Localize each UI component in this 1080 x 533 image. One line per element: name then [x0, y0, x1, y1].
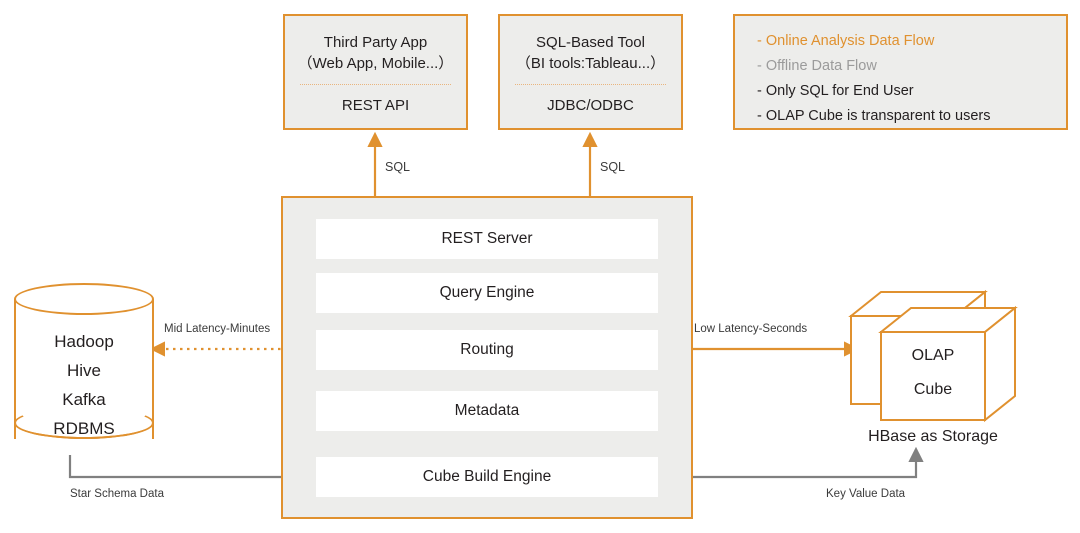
star-schema-label: Star Schema Data	[70, 488, 164, 500]
cube-label-line2: Cube	[913, 381, 953, 398]
layer-rest-server[interactable]: REST Server	[316, 219, 658, 259]
client-divider	[515, 84, 666, 85]
legend-item-online: - Online Analysis Data Flow	[735, 28, 1066, 53]
hbase-storage-caption: HBase as Storage	[868, 428, 998, 445]
client-box-third-party[interactable]: Third Party App （Web App, Mobile...） RES…	[283, 14, 468, 130]
olap-cube-labels: OLAP Cube	[881, 339, 985, 407]
layer-query-engine[interactable]: Query Engine	[316, 273, 658, 313]
client-title-line1: SQL-Based Tool	[536, 34, 645, 51]
client-protocol: JDBC/ODBC	[547, 97, 634, 114]
source-data-store[interactable]: Hadoop Hive Kafka RDBMS	[14, 283, 154, 455]
sql-label-left: SQL	[385, 160, 411, 174]
layer-label: Routing	[460, 341, 514, 358]
layer-routing[interactable]: Routing	[316, 330, 658, 370]
legend-item-offline: - Offline Data Flow	[735, 53, 1066, 78]
client-title-line1: Third Party App	[323, 34, 428, 51]
client-title: SQL-Based Tool （BI tools:Tableau...）	[516, 16, 665, 74]
layer-cube-build-engine[interactable]: Cube Build Engine	[316, 457, 658, 497]
source-line-kafka: Kafka	[62, 390, 106, 409]
source-line-hadoop: Hadoop	[54, 332, 114, 351]
legend-item-label: - Only SQL for End User	[757, 82, 914, 99]
sql-label-right: SQL	[600, 160, 626, 174]
client-protocol: REST API	[341, 97, 410, 114]
client-divider	[300, 84, 451, 85]
cylinder-top-cap	[14, 283, 154, 315]
legend-item-only-sql: - Only SQL for End User	[735, 78, 1066, 103]
layer-label: Cube Build Engine	[422, 468, 552, 485]
legend-item-olap-transparent: - OLAP Cube is transparent to users	[735, 103, 1066, 128]
layer-label: Query Engine	[439, 284, 535, 301]
layer-label: REST Server	[441, 230, 533, 247]
client-title-line2: （BI tools:Tableau...）	[515, 55, 666, 72]
source-line-hive: Hive	[66, 361, 101, 380]
client-title: Third Party App （Web App, Mobile...）	[298, 16, 454, 74]
star-schema-arrow	[68, 455, 313, 485]
legend-item-label: - Online Analysis Data Flow	[757, 32, 935, 49]
mid-latency-label: Mid Latency-Minutes	[164, 323, 271, 335]
low-latency-label: Low Latency-Seconds	[694, 323, 808, 335]
legend-item-label: - Offline Data Flow	[757, 57, 877, 74]
legend-box: - Online Analysis Data Flow - Offline Da…	[733, 14, 1068, 130]
source-line-rdbms: RDBMS	[53, 419, 115, 438]
layer-metadata[interactable]: Metadata	[316, 391, 658, 431]
legend-item-label: - OLAP Cube is transparent to users	[757, 107, 991, 124]
key-value-label: Key Value Data	[826, 488, 906, 500]
client-title-line2: （Web App, Mobile...）	[297, 55, 454, 72]
client-box-sql-tool[interactable]: SQL-Based Tool （BI tools:Tableau...） JDB…	[498, 14, 683, 130]
layer-label: Metadata	[454, 402, 520, 419]
cube-label-line1: OLAP	[911, 347, 955, 364]
source-store-labels: Hadoop Hive Kafka RDBMS	[14, 327, 154, 443]
architecture-diagram: Third Party App （Web App, Mobile...） RES…	[0, 0, 1080, 533]
